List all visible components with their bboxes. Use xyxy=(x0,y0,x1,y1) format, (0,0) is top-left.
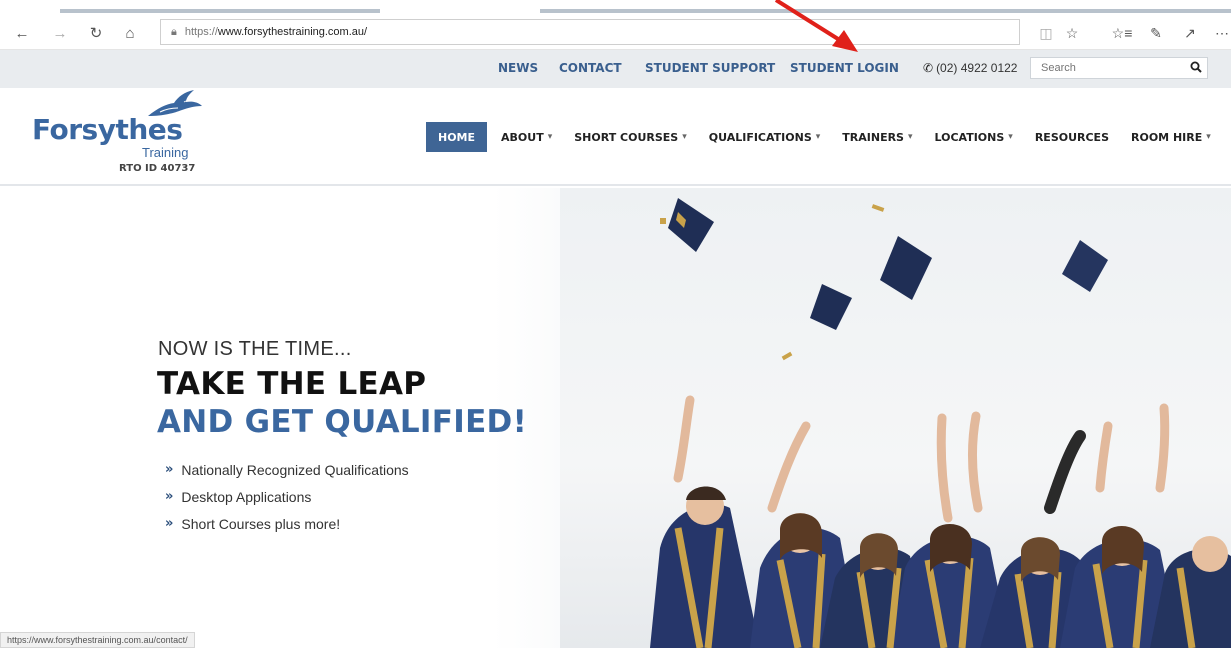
forward-icon[interactable]: → xyxy=(50,23,70,43)
main-nav: HOME ABOUT ▾ SHORT COURSES ▾ QUALIFICATION… xyxy=(426,122,1211,152)
refresh-icon[interactable]: ↻ xyxy=(86,23,106,43)
caret-down-icon: ▾ xyxy=(1008,132,1013,142)
home-icon[interactable]: ⌂ xyxy=(120,23,140,43)
search-icon[interactable] xyxy=(1185,61,1207,76)
nav-trainers[interactable]: TRAINERS ▾ xyxy=(842,122,912,152)
nav-about[interactable]: ABOUT ▾ xyxy=(501,122,552,152)
news-link[interactable]: NEWS xyxy=(498,61,538,75)
nav-resources[interactable]: RESOURCES xyxy=(1035,122,1109,152)
double-chevron-icon: » xyxy=(165,489,174,504)
search-box xyxy=(1030,57,1208,79)
phone-icon: ✆ xyxy=(923,61,934,75)
caret-down-icon: ▾ xyxy=(682,132,687,142)
lock-icon: 🔒︎ xyxy=(171,25,177,38)
hero-banner: NOW IS THE TIME... TAKE THE LEAP AND GET… xyxy=(0,188,1231,648)
nav-home[interactable]: HOME xyxy=(426,122,488,152)
caret-down-icon: ▾ xyxy=(907,132,913,142)
nav-qualifications[interactable]: QUALIFICATIONS ▾ xyxy=(709,122,821,152)
back-icon[interactable]: ← xyxy=(12,23,32,43)
list-item: » Desktop Applications xyxy=(165,488,312,505)
cap-icon xyxy=(1062,240,1108,292)
url-protocol: https:// xyxy=(184,26,218,38)
more-icon[interactable]: ⋯ xyxy=(1212,23,1231,43)
graduates-image xyxy=(650,198,1231,648)
nav-room-hire[interactable]: ROOM HIRE ▾ xyxy=(1131,122,1211,152)
logo-name: Forsythes xyxy=(32,113,183,146)
hero-eyebrow: NOW IS THE TIME... xyxy=(158,338,352,360)
caret-down-icon: ▾ xyxy=(547,132,553,142)
caret-down-icon: ▾ xyxy=(1206,132,1211,142)
logo-subtitle: Training xyxy=(142,145,189,160)
hero-bullet-list: » Nationally Recognized Qualifications » D… xyxy=(165,456,409,537)
contact-link[interactable]: CONTACT xyxy=(559,61,622,75)
tab-indicator[interactable] xyxy=(540,9,1231,13)
phone-text: (02) 4922 0122 xyxy=(936,61,1018,75)
url-host: www.forsythestraining.com.au/ xyxy=(217,26,368,38)
list-item: » Nationally Recognized Qualifications xyxy=(165,461,409,478)
cap-icon xyxy=(810,284,852,330)
phone-number: ✆ (02) 4922 0122 xyxy=(923,61,1017,75)
caret-down-icon: ▾ xyxy=(815,132,821,142)
site-top-bar: NEWS CONTACT STUDENT SUPPORT STUDENT LOG… xyxy=(0,50,1231,88)
share-icon[interactable]: ↗ xyxy=(1180,23,1200,43)
pen-icon[interactable]: ✎ xyxy=(1146,23,1166,43)
double-chevron-icon: » xyxy=(165,516,174,531)
address-toolbar: ← → ↻ ⌂ 🔒︎ https://www.forsythestraining… xyxy=(0,14,1231,50)
cap-icon xyxy=(880,236,932,300)
student-support-link[interactable]: STUDENT SUPPORT xyxy=(645,61,775,75)
status-bar: https://www.forsythestraining.com.au/con… xyxy=(0,632,195,648)
browser-window: ← → ↻ ⌂ 🔒︎ https://www.forsythestraining… xyxy=(0,0,1231,648)
student-login-link[interactable]: STUDENT LOGIN xyxy=(790,61,899,75)
double-chevron-icon: » xyxy=(165,462,174,477)
search-input[interactable] xyxy=(1031,58,1185,78)
favorite-star-icon[interactable]: ☆ xyxy=(1062,23,1082,43)
list-item: » Short Courses plus more! xyxy=(165,515,341,532)
favorites-list-icon[interactable]: ☆≡ xyxy=(1112,23,1133,43)
nav-locations[interactable]: LOCATIONS ▾ xyxy=(935,122,1013,152)
cap-icon xyxy=(668,198,714,252)
tab-strip xyxy=(0,0,1231,14)
site-header: Forsythes Training RTO ID 40737 HOME ABO… xyxy=(0,88,1231,186)
address-bar[interactable]: 🔒︎ https://www.forsythestraining.com.au/ xyxy=(160,19,1020,45)
tab-indicator[interactable] xyxy=(60,9,380,13)
rto-id: RTO ID 40737 xyxy=(119,163,196,174)
hero-headline: TAKE THE LEAP xyxy=(157,366,427,402)
hero-subheadline: AND GET QUALIFIED! xyxy=(157,404,528,440)
reading-view-icon[interactable]: ◫ xyxy=(1036,23,1056,43)
nav-short-courses[interactable]: SHORT COURSES ▾ xyxy=(574,122,687,152)
